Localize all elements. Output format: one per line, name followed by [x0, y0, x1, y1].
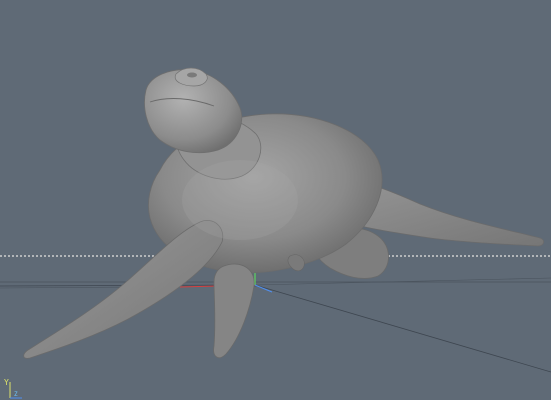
axis-z-label: Z [14, 391, 18, 398]
front-left-flipper [23, 220, 224, 359]
rear-left-flipper [213, 263, 255, 359]
turtle-tail [287, 254, 305, 272]
3d-viewport[interactable]: Y Z [0, 0, 551, 400]
viewport-scene[interactable] [0, 0, 551, 400]
turtle-nostril [187, 72, 197, 78]
axis-y-label: Y [4, 378, 9, 387]
turtle-model[interactable] [23, 67, 544, 359]
